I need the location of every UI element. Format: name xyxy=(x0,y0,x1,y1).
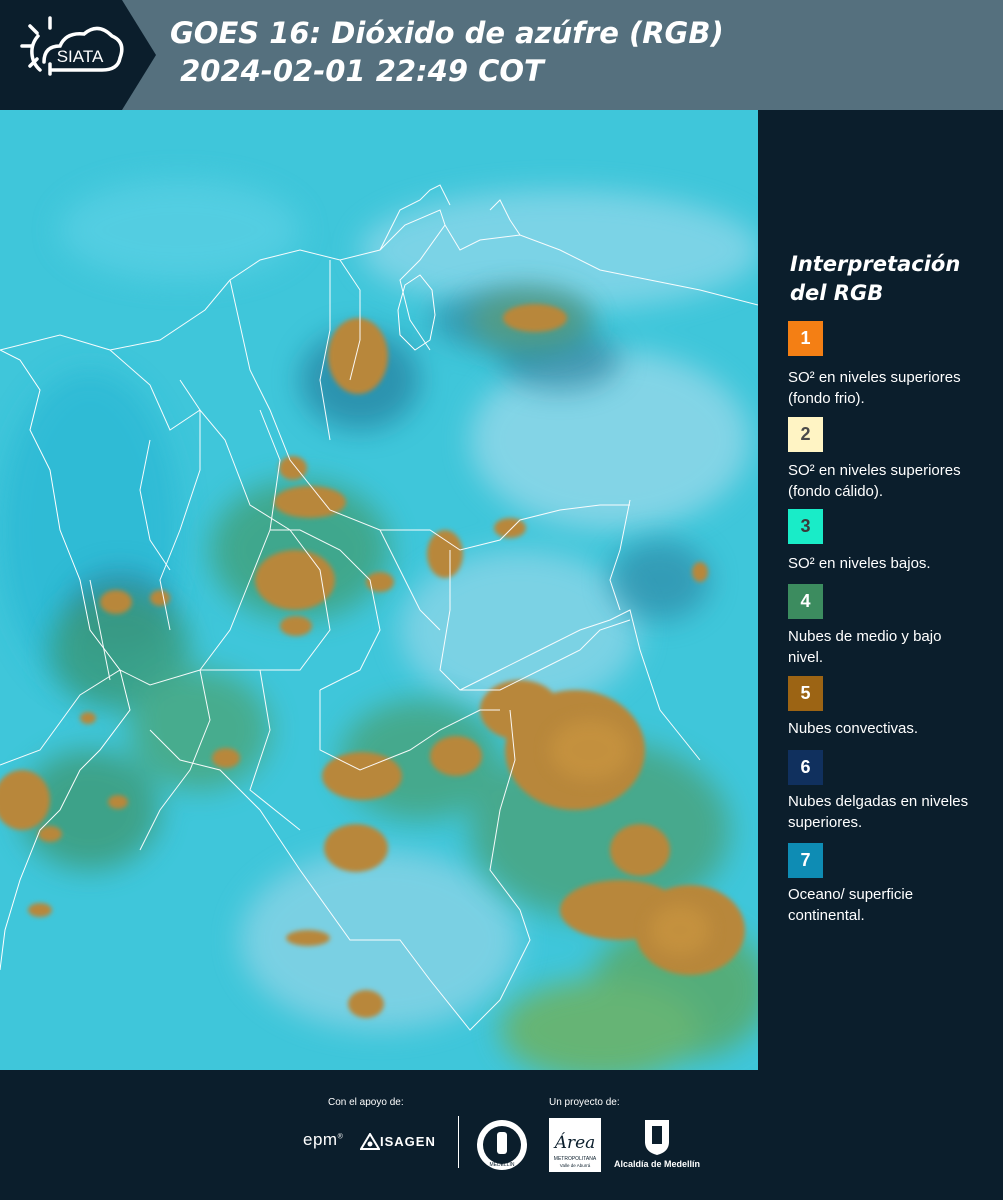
legend-swatch-3: 3 xyxy=(788,509,823,544)
legend-swatch-4: 4 xyxy=(788,584,823,619)
legend-label-6: Nubes delgadas en niveles superiores. xyxy=(788,793,969,831)
legend-swatch-7: 7 xyxy=(788,843,823,878)
alcaldia-shield xyxy=(645,1120,669,1155)
header-bar: SIATA GOES 16: Dióxido de azúfre (RGB) 2… xyxy=(0,0,1003,110)
alcaldia-label: Alcaldía de Medellín xyxy=(614,1159,701,1169)
project-label: Un proyecto de: xyxy=(549,1097,620,1108)
support-label: Con el apoyo de: xyxy=(328,1097,404,1108)
logo-text: SIATA xyxy=(57,47,104,66)
legend-swatch-6: 6 xyxy=(788,750,823,785)
legend-label-3: SO² en niveles bajos. xyxy=(788,555,931,572)
legend-swatch-1: 1 xyxy=(788,321,823,356)
svg-text:Área: Área xyxy=(553,1132,596,1153)
legend-label-5: Nubes convectivas. xyxy=(788,720,919,737)
legend-swatch-2: 2 xyxy=(788,417,823,452)
legend-title: Interpretación del RGB xyxy=(790,252,961,305)
footer-divider xyxy=(458,1116,459,1168)
legend-panel: Interpretación del RGB 1 SO² en niveles … xyxy=(760,110,1003,1070)
siata-logo: SIATA xyxy=(0,0,156,110)
legend-label-2: SO² en niveles superiores (fondo cálido)… xyxy=(788,462,961,500)
svg-text:METROPOLITANA: METROPOLITANA xyxy=(554,1156,597,1162)
satellite-map xyxy=(0,110,758,1070)
legend-label-4: Nubes de medio y bajo nivel. xyxy=(788,628,942,666)
isagen-icon xyxy=(360,1133,380,1150)
area-metropolitana-logo: Área METROPOLITANA Valle de Aburrá xyxy=(549,1118,601,1172)
epm-logo: epm® xyxy=(303,1130,344,1149)
svg-text:MEDELLÍN: MEDELLÍN xyxy=(489,1161,514,1168)
footer: Con el apoyo de: Un proyecto de: epm® IS… xyxy=(0,1070,1003,1200)
medellin-seal: MEDELLÍN xyxy=(477,1120,527,1170)
page-title: GOES 16: Dióxido de azúfre (RGB) 2024-02… xyxy=(170,16,724,88)
legend-label-1: SO² en niveles superiores (fondo frio). xyxy=(788,369,961,407)
legend-swatch-5: 5 xyxy=(788,676,823,711)
svg-text:Valle de Aburrá: Valle de Aburrá xyxy=(560,1163,591,1168)
legend-label-7: Oceano/ superficie continental. xyxy=(788,886,914,924)
